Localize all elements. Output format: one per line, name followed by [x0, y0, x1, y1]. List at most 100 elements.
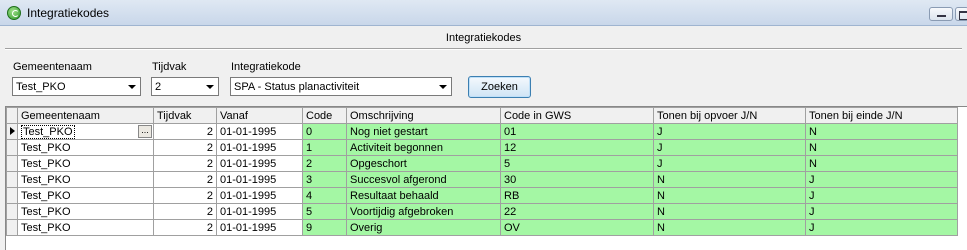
code-cell[interactable]: 9: [302, 219, 347, 236]
gemeentenaam-label: Gemeentenaam: [13, 61, 92, 73]
tonen-opvoer-cell[interactable]: N: [653, 219, 806, 236]
code-gws-cell[interactable]: 01: [500, 123, 654, 140]
code-cell[interactable]: 0: [302, 123, 347, 140]
title-bar: Integratiekodes: [0, 0, 967, 26]
tijdvak-cell[interactable]: 2: [153, 139, 217, 156]
row-header[interactable]: [6, 171, 18, 188]
row-header[interactable]: [6, 187, 18, 204]
vanaf-cell[interactable]: 01-01-1995: [216, 171, 303, 188]
data-grid[interactable]: Gemeentenaam Tijdvak Vanaf Code Omschrij…: [5, 106, 967, 250]
column-header[interactable]: Code: [302, 107, 347, 124]
tonen-einde-cell[interactable]: J: [805, 187, 958, 204]
code-cell[interactable]: 5: [302, 203, 347, 220]
gemeentenaam-cell[interactable]: Test_PKO: [17, 139, 154, 156]
tonen-einde-cell[interactable]: J: [805, 219, 958, 236]
integratiekode-value: SPA - Status planactiviteit: [234, 81, 360, 93]
omschrijving-cell[interactable]: Overig: [346, 219, 501, 236]
gemeentenaam-cell[interactable]: Test_PKO: [17, 171, 154, 188]
omschrijving-cell[interactable]: Nog niet gestart: [346, 123, 501, 140]
table-row[interactable]: Test_PKO... 2 01-01-1995 0 Nog niet gestart 0…: [6, 123, 958, 140]
gemeentenaam-cell[interactable]: Test_PKO...: [17, 123, 154, 140]
vanaf-cell[interactable]: 01-01-1995: [216, 155, 303, 172]
code-cell[interactable]: 2: [302, 155, 347, 172]
tonen-opvoer-cell[interactable]: N: [653, 187, 806, 204]
maximize-button[interactable]: [955, 7, 967, 21]
tijdvak-cell[interactable]: 2: [153, 203, 217, 220]
integratiekode-select[interactable]: SPA - Status planactiviteit: [230, 77, 452, 96]
tonen-opvoer-cell[interactable]: J: [653, 155, 806, 172]
app-icon: [7, 6, 21, 20]
tonen-opvoer-cell[interactable]: N: [653, 203, 806, 220]
tijdvak-cell[interactable]: 2: [153, 219, 217, 236]
column-header[interactable]: Vanaf: [216, 107, 303, 124]
table-row[interactable]: Test_PKO 2 01-01-1995 4 Resultaat behaald RB N…: [6, 187, 958, 204]
table-row[interactable]: Test_PKO 2 01-01-1995 3 Succesvol afgerond 30…: [6, 171, 958, 188]
code-gws-cell[interactable]: 12: [500, 139, 654, 156]
tijdvak-cell[interactable]: 2: [153, 123, 217, 140]
tonen-einde-cell[interactable]: N: [805, 139, 958, 156]
row-header[interactable]: [6, 155, 18, 172]
row-header[interactable]: [6, 123, 18, 140]
search-button[interactable]: Zoeken: [468, 76, 531, 98]
tonen-einde-cell[interactable]: N: [805, 123, 958, 140]
gemeentenaam-cell[interactable]: Test_PKO: [17, 187, 154, 204]
column-header[interactable]: Gemeentenaam: [17, 107, 154, 124]
tijdvak-select[interactable]: 2: [151, 77, 219, 96]
code-cell[interactable]: 4: [302, 187, 347, 204]
omschrijving-cell[interactable]: Voortijdig afgebroken: [346, 203, 501, 220]
code-gws-cell[interactable]: RB: [500, 187, 654, 204]
minimize-button[interactable]: [929, 7, 953, 21]
code-gws-cell[interactable]: OV: [500, 219, 654, 236]
tijdvak-value: 2: [155, 81, 162, 93]
chevron-down-icon[interactable]: [124, 79, 139, 94]
tonen-einde-cell[interactable]: J: [805, 203, 958, 220]
gemeentenaam-value: Test_PKO: [16, 81, 66, 93]
lookup-button[interactable]: ...: [138, 125, 152, 138]
tijdvak-cell[interactable]: 2: [153, 171, 217, 188]
gemeentenaam-select[interactable]: Test_PKO: [12, 77, 141, 96]
omschrijving-cell[interactable]: Opgeschort: [346, 155, 501, 172]
code-cell[interactable]: 3: [302, 171, 347, 188]
column-header[interactable]: Tonen bij einde J/N: [805, 107, 958, 124]
chevron-down-icon[interactable]: [435, 79, 450, 94]
vanaf-cell[interactable]: 01-01-1995: [216, 187, 303, 204]
selected-cell-value[interactable]: Test_PKO: [21, 124, 75, 139]
column-header[interactable]: Omschrijving: [346, 107, 501, 124]
row-header[interactable]: [6, 219, 18, 236]
gemeentenaam-cell[interactable]: Test_PKO: [17, 203, 154, 220]
vanaf-cell[interactable]: 01-01-1995: [216, 139, 303, 156]
table-row[interactable]: Test_PKO 2 01-01-1995 9 Overig OV N J: [6, 219, 958, 236]
omschrijving-cell[interactable]: Succesvol afgerond: [346, 171, 501, 188]
omschrijving-cell[interactable]: Activiteit begonnen: [346, 139, 501, 156]
table-row[interactable]: Test_PKO 2 01-01-1995 1 Activiteit begonnen 1…: [6, 139, 958, 156]
code-gws-cell[interactable]: 5: [500, 155, 654, 172]
table-row[interactable]: Test_PKO 2 01-01-1995 2 Opgeschort 5 J N: [6, 155, 958, 172]
row-header[interactable]: [6, 203, 18, 220]
column-header[interactable]: Tonen bij opvoer J/N: [653, 107, 806, 124]
tonen-einde-cell[interactable]: N: [805, 155, 958, 172]
vanaf-cell[interactable]: 01-01-1995: [216, 123, 303, 140]
tonen-einde-cell[interactable]: J: [805, 171, 958, 188]
header-divider: [5, 48, 962, 50]
gemeentenaam-cell[interactable]: Test_PKO: [17, 155, 154, 172]
tonen-opvoer-cell[interactable]: J: [653, 139, 806, 156]
vanaf-cell[interactable]: 01-01-1995: [216, 203, 303, 220]
vanaf-cell[interactable]: 01-01-1995: [216, 219, 303, 236]
code-gws-cell[interactable]: 30: [500, 171, 654, 188]
column-header[interactable]: Tijdvak: [153, 107, 217, 124]
code-gws-cell[interactable]: 22: [500, 203, 654, 220]
column-header[interactable]: Code in GWS: [500, 107, 654, 124]
tonen-opvoer-cell[interactable]: J: [653, 123, 806, 140]
integratiekode-label: Integratiekode: [231, 61, 301, 73]
tijdvak-label: Tijdvak: [152, 61, 187, 73]
tijdvak-cell[interactable]: 2: [153, 155, 217, 172]
chevron-down-icon[interactable]: [202, 79, 217, 94]
tijdvak-cell[interactable]: 2: [153, 187, 217, 204]
code-cell[interactable]: 1: [302, 139, 347, 156]
row-header[interactable]: [6, 139, 18, 156]
gemeentenaam-cell[interactable]: Test_PKO: [17, 219, 154, 236]
tonen-opvoer-cell[interactable]: N: [653, 171, 806, 188]
page-heading: Integratiekodes: [445, 32, 522, 44]
omschrijving-cell[interactable]: Resultaat behaald: [346, 187, 501, 204]
table-row[interactable]: Test_PKO 2 01-01-1995 5 Voortijdig afgebroke…: [6, 203, 958, 220]
